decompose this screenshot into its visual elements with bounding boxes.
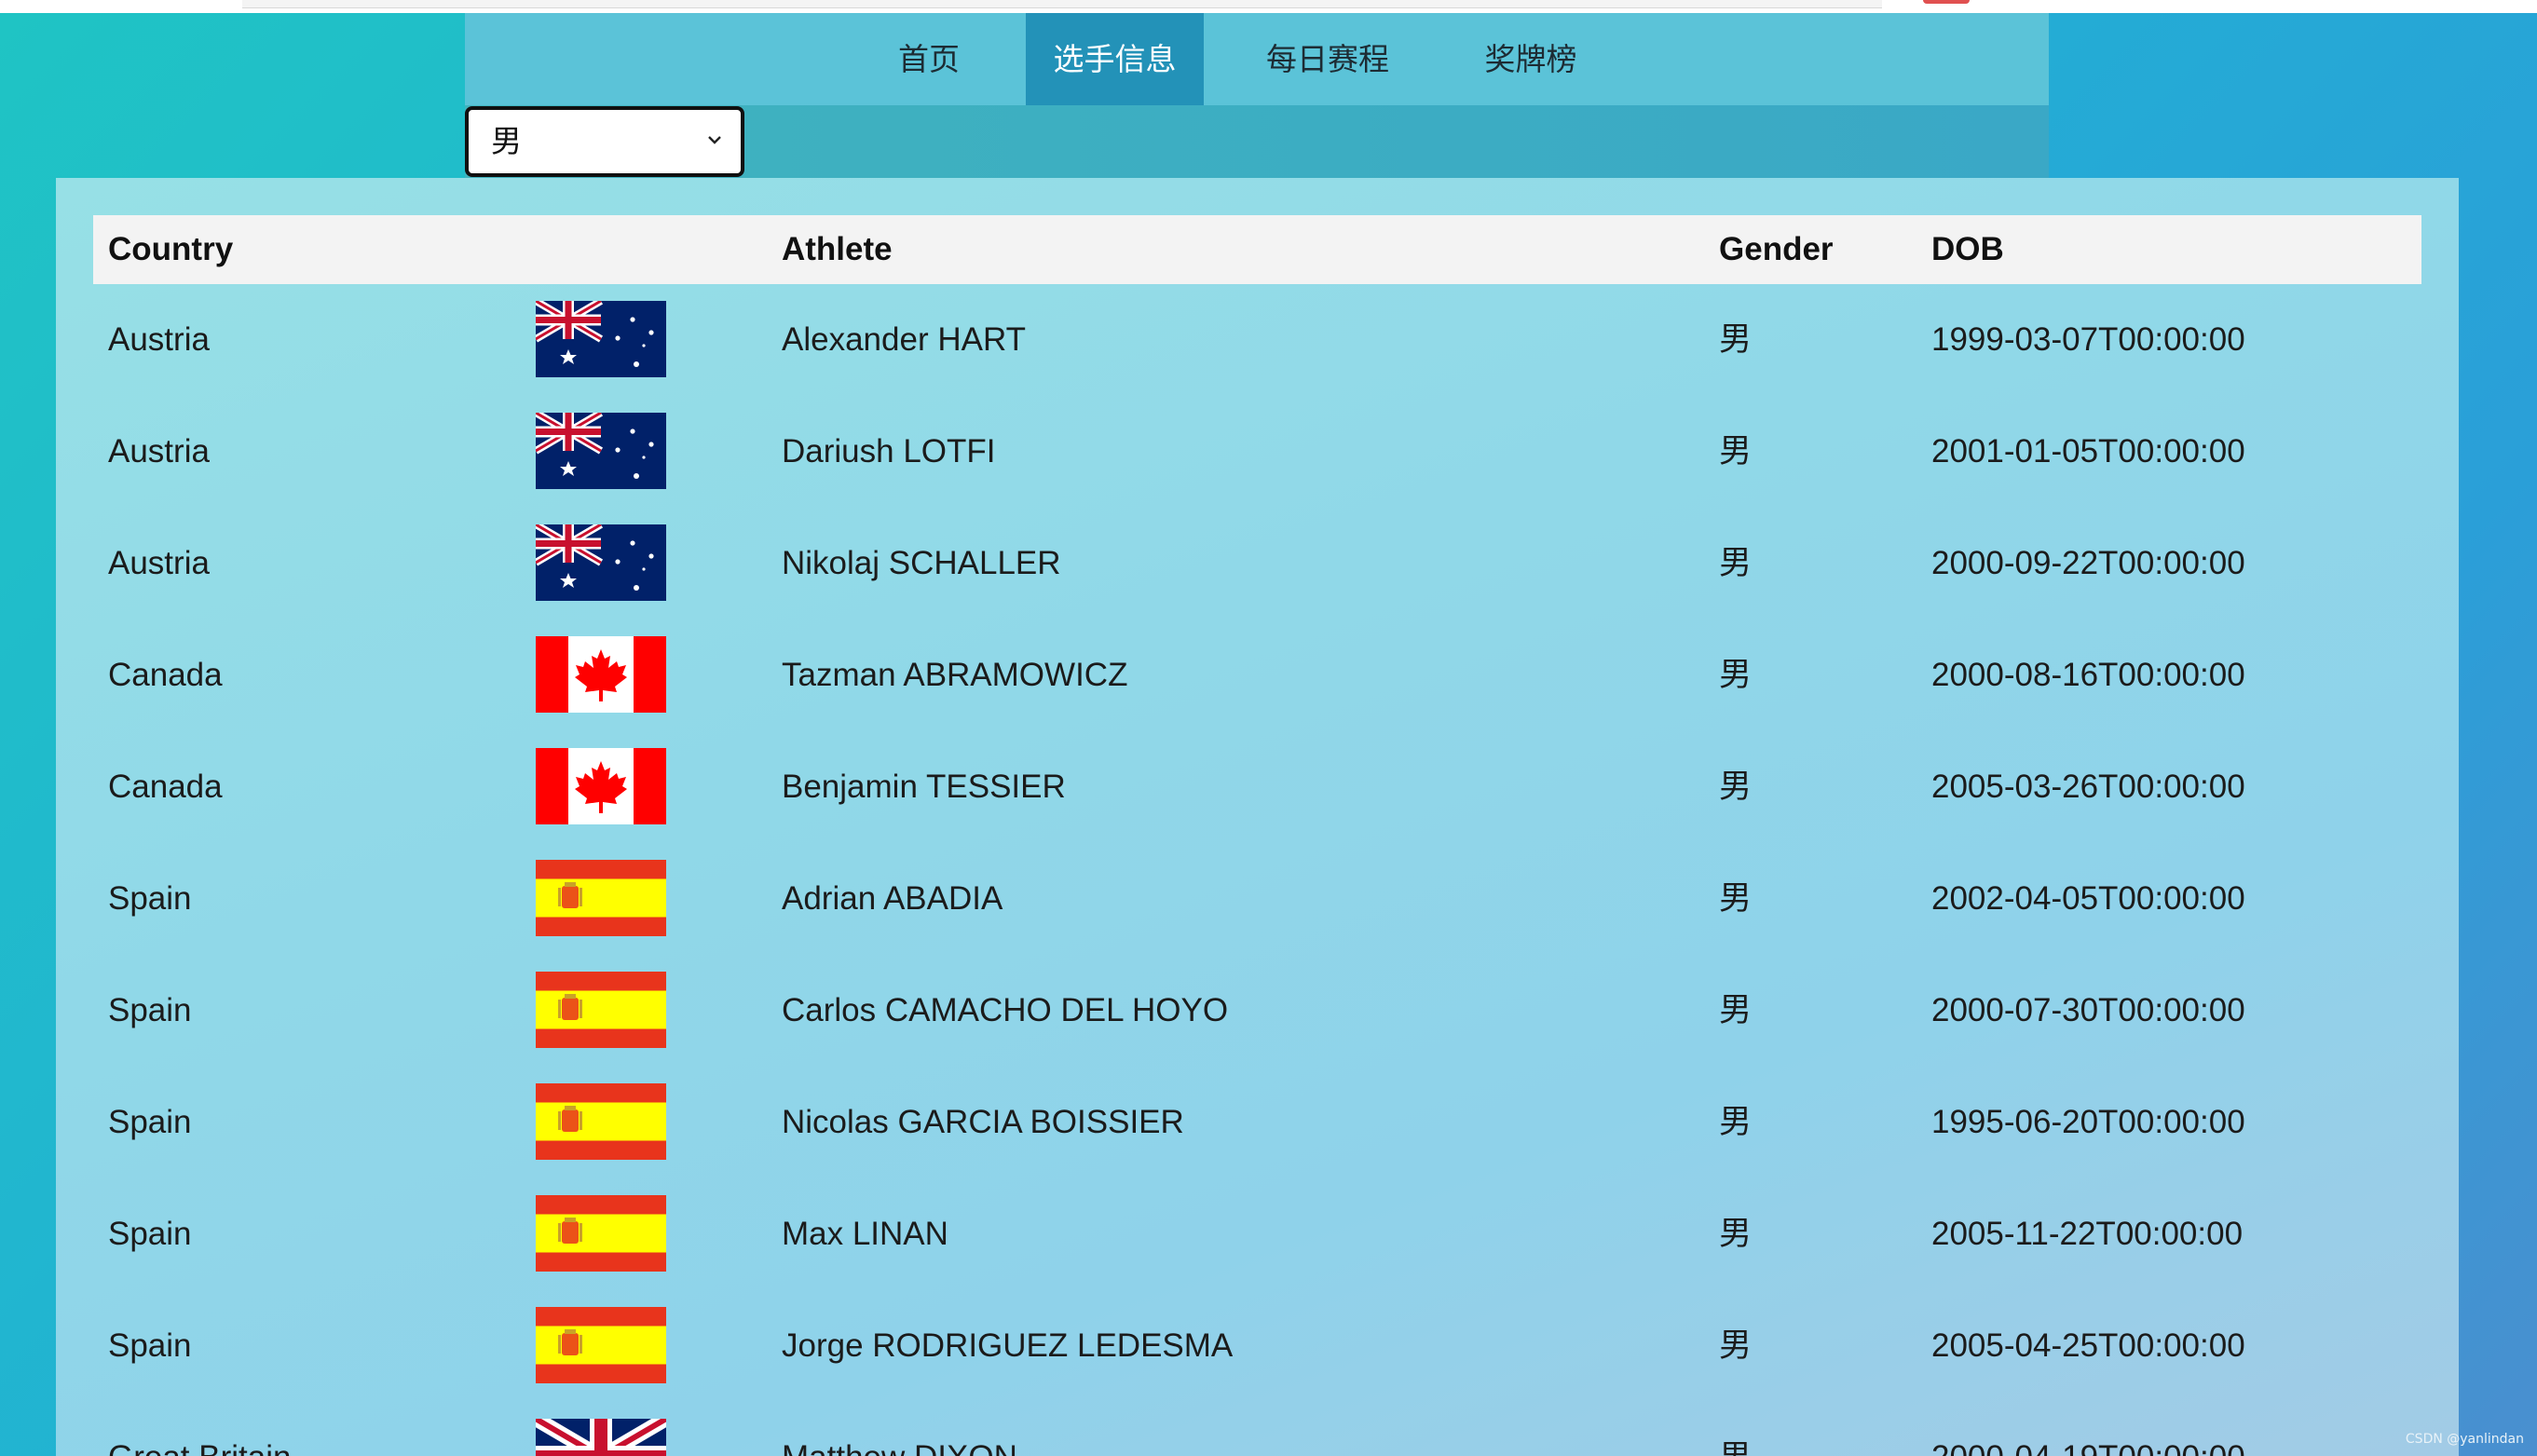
cell-gender: 男	[1719, 1104, 1753, 1140]
cell-country: Spain	[108, 1104, 192, 1140]
cell-gender: 男	[1719, 769, 1753, 805]
cell-gender: 男	[1719, 321, 1753, 358]
cell-dob: 2000-09-22T00:00:00	[1931, 545, 2245, 581]
cell-dob: 2002-04-05T00:00:00	[1931, 880, 2245, 917]
gender-select-value: 男	[491, 124, 522, 158]
cell-athlete: Carlos CAMACHO DEL HOYO	[782, 992, 1229, 1028]
cell-dob: 2001-01-05T00:00:00	[1931, 433, 2245, 469]
cell-athlete: Matthew DIXON	[782, 1402, 1017, 1456]
canada-flag-icon	[536, 636, 666, 713]
table-row: Spain Jorge RODRIGUEZ LEDESMA 男 2005-04-25T…	[93, 1290, 2421, 1402]
spain-flag-icon	[536, 1307, 666, 1383]
spain-flag-icon	[536, 972, 666, 1048]
spain-flag-icon	[536, 1083, 666, 1160]
cell-dob: 2005-11-22T00:00:00	[1931, 1216, 2244, 1252]
table-header: Country Athlete Gender DOB	[93, 215, 2421, 284]
table-row: Spain Max LINAN 男 2005-11-22T00:00:00	[93, 1178, 2421, 1290]
athlete-table-panel: Country Athlete Gender DOB Austria Alexan…	[56, 178, 2459, 1456]
column-header-gender: Gender	[1719, 231, 1834, 267]
table-row: Spain Nicolas GARCIA BOISSIER 男 1995-06-20T…	[93, 1067, 2421, 1178]
cell-athlete: Nicolas GARCIA BOISSIER	[782, 1104, 1184, 1140]
cell-dob: 1999-03-07T00:00:00	[1931, 321, 2245, 358]
gender-select[interactable]: 男	[465, 106, 744, 177]
cell-country: Spain	[108, 992, 192, 1028]
cell-athlete: Jorge RODRIGUEZ LEDESMA	[782, 1327, 1234, 1364]
table-row: Canada Benjamin TESSIER 男 2005-03-26T00:00:…	[93, 731, 2421, 843]
main-nav: 首页 选手信息 每日赛程 奖牌榜	[465, 13, 2049, 105]
cell-country: Spain	[108, 880, 192, 917]
cell-country: Great Britain	[108, 1402, 291, 1456]
table-row: Spain Carlos CAMACHO DEL HOYO 男 2000-07-30T…	[93, 955, 2421, 1067]
cell-dob: 2000-07-30T00:00:00	[1931, 992, 2245, 1028]
column-header-dob: DOB	[1931, 231, 2004, 267]
australia-flag-icon	[536, 413, 666, 489]
cell-dob: 1995-06-20T00:00:00	[1931, 1104, 2245, 1140]
canada-flag-icon	[536, 748, 666, 824]
table-row: Austria Alexander HART 男 1999-03-07T00:00:0…	[93, 284, 2421, 396]
cell-athlete: Nikolaj SCHALLER	[782, 545, 1061, 581]
cell-country: Canada	[108, 769, 223, 805]
spain-flag-icon	[536, 860, 666, 936]
cell-dob: 2000-04-19T00:00:00	[1931, 1402, 2245, 1456]
cell-dob: 2005-04-25T00:00:00	[1931, 1327, 2245, 1364]
cell-athlete: Adrian ABADIA	[782, 880, 1003, 917]
cell-gender: 男	[1719, 545, 1753, 581]
nav-athletes[interactable]: 选手信息	[1026, 13, 1204, 105]
nav-home[interactable]: 首页	[886, 13, 972, 105]
address-bar-edge	[242, 0, 1882, 8]
chevron-down-icon	[708, 136, 721, 144]
table-row: Austria Dariush LOTFI 男 2001-01-05T00:00:00	[93, 396, 2421, 508]
cell-athlete: Tazman ABRAMOWICZ	[782, 657, 1128, 693]
nav-schedule[interactable]: 每日赛程	[1257, 13, 1398, 105]
cell-country: Austria	[108, 433, 210, 469]
cell-gender: 男	[1719, 880, 1753, 917]
column-header-athlete: Athlete	[782, 231, 893, 267]
uk-flag-icon	[536, 1419, 666, 1456]
table-row: Great Britain Matthew DIXON 男 2000-04-19T00…	[93, 1402, 2421, 1456]
cell-gender: 男	[1719, 992, 1753, 1028]
cell-country: Austria	[108, 321, 210, 358]
cell-athlete: Alexander HART	[782, 321, 1026, 358]
australia-flag-icon	[536, 524, 666, 601]
cell-gender: 男	[1719, 657, 1753, 693]
cell-dob: 2000-08-16T00:00:00	[1931, 657, 2245, 693]
cell-athlete: Benjamin TESSIER	[782, 769, 1066, 805]
table-row: Canada Tazman ABRAMOWICZ 男 2000-08-16T00:00…	[93, 619, 2421, 731]
cell-athlete: Dariush LOTFI	[782, 433, 996, 469]
cell-gender: 男	[1719, 1402, 1752, 1456]
table-row: Spain Adrian ABADIA 男 2002-04-05T00:00:00	[93, 843, 2421, 955]
table-row: Austria Nikolaj SCHALLER 男 2000-09-22T00:00…	[93, 508, 2421, 619]
cell-athlete: Max LINAN	[782, 1216, 948, 1252]
column-header-country: Country	[108, 231, 234, 267]
spain-flag-icon	[536, 1195, 666, 1272]
nav-medals[interactable]: 奖牌榜	[1471, 13, 1590, 105]
cell-gender: 男	[1719, 433, 1753, 469]
australia-flag-icon	[536, 301, 666, 377]
cell-country: Spain	[108, 1327, 192, 1364]
watermark: CSDN @yanlindan	[2405, 1432, 2524, 1447]
browser-top-strip	[0, 0, 2537, 13]
cell-gender: 男	[1719, 1327, 1753, 1364]
cell-dob: 2005-03-26T00:00:00	[1931, 769, 2245, 805]
cell-country: Austria	[108, 545, 210, 581]
browser-close-edge	[1923, 0, 1970, 4]
cell-gender: 男	[1719, 1216, 1753, 1252]
cell-country: Canada	[108, 657, 223, 693]
cell-country: Spain	[108, 1216, 192, 1252]
